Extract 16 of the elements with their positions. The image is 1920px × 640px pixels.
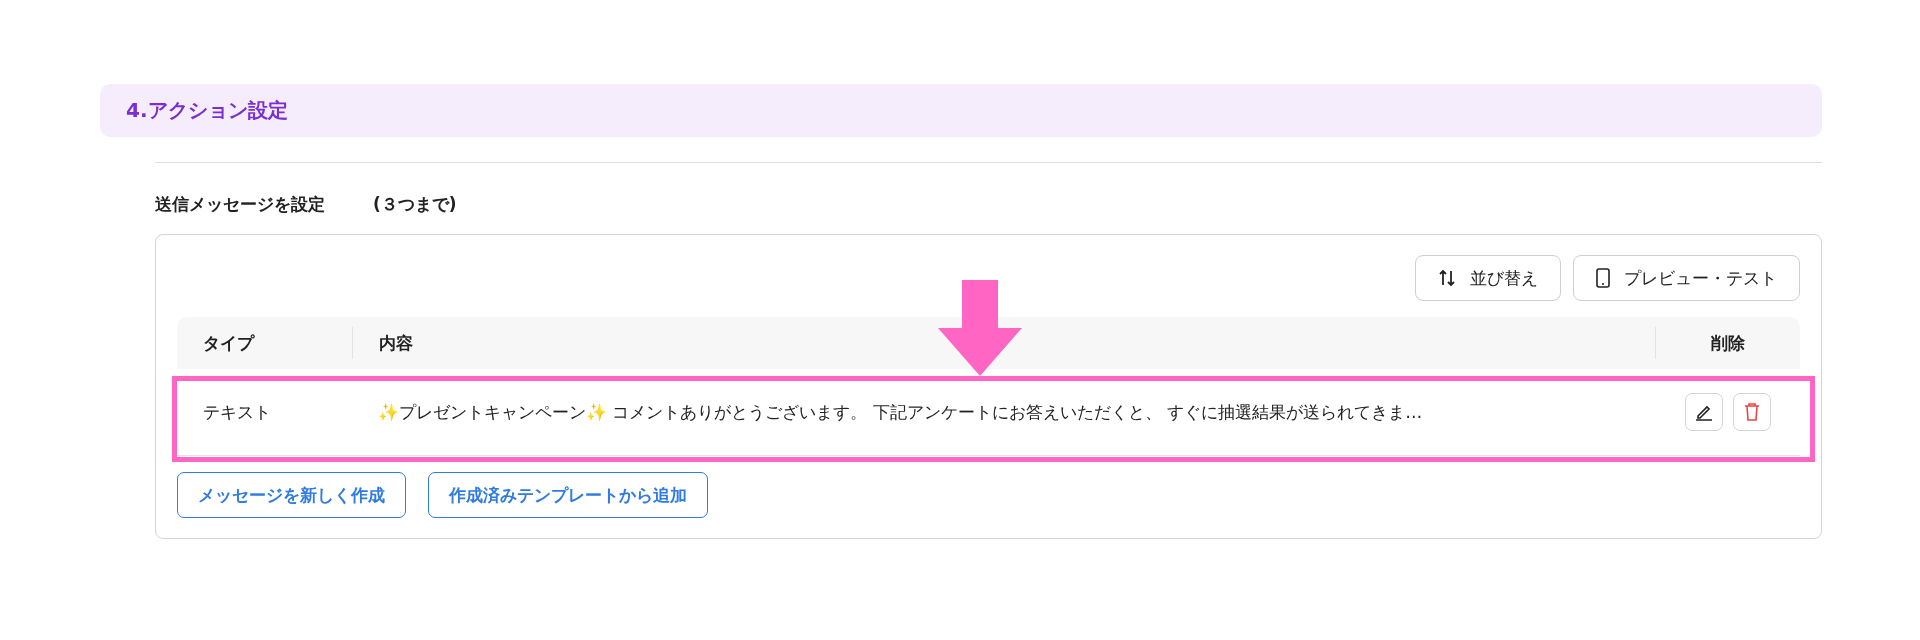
column-header: 削除: [1655, 327, 1800, 359]
sort-button[interactable]: 並び替え: [1415, 255, 1561, 301]
add-template-button[interactable]: 作成済みテンプレートから追加: [428, 472, 708, 518]
limit-note: (３つまで): [373, 193, 457, 216]
field-label: 送信メッセージを設定: [155, 193, 325, 216]
phone-icon: [1596, 268, 1610, 288]
delete-button[interactable]: [1732, 393, 1771, 431]
preview-button[interactable]: プレビュー・テスト: [1573, 255, 1800, 301]
column-header: タイプ: [202, 332, 256, 355]
trash-icon: [1742, 402, 1761, 422]
table-cell-text: ✨プレゼントキャンペーン✨ コメントありがとうございます。 下記アンケートにお答えいただくと、 すぐに抽選結果が送られてきま…: [377, 400, 1424, 424]
section-title: 4.アクション設定: [126, 97, 288, 124]
new-message-button[interactable]: メッセージを新しく作成: [177, 472, 406, 518]
edit-button[interactable]: [1684, 393, 1723, 431]
table-cell-text: テキスト: [202, 400, 272, 424]
sort-icon: [1438, 269, 1456, 287]
